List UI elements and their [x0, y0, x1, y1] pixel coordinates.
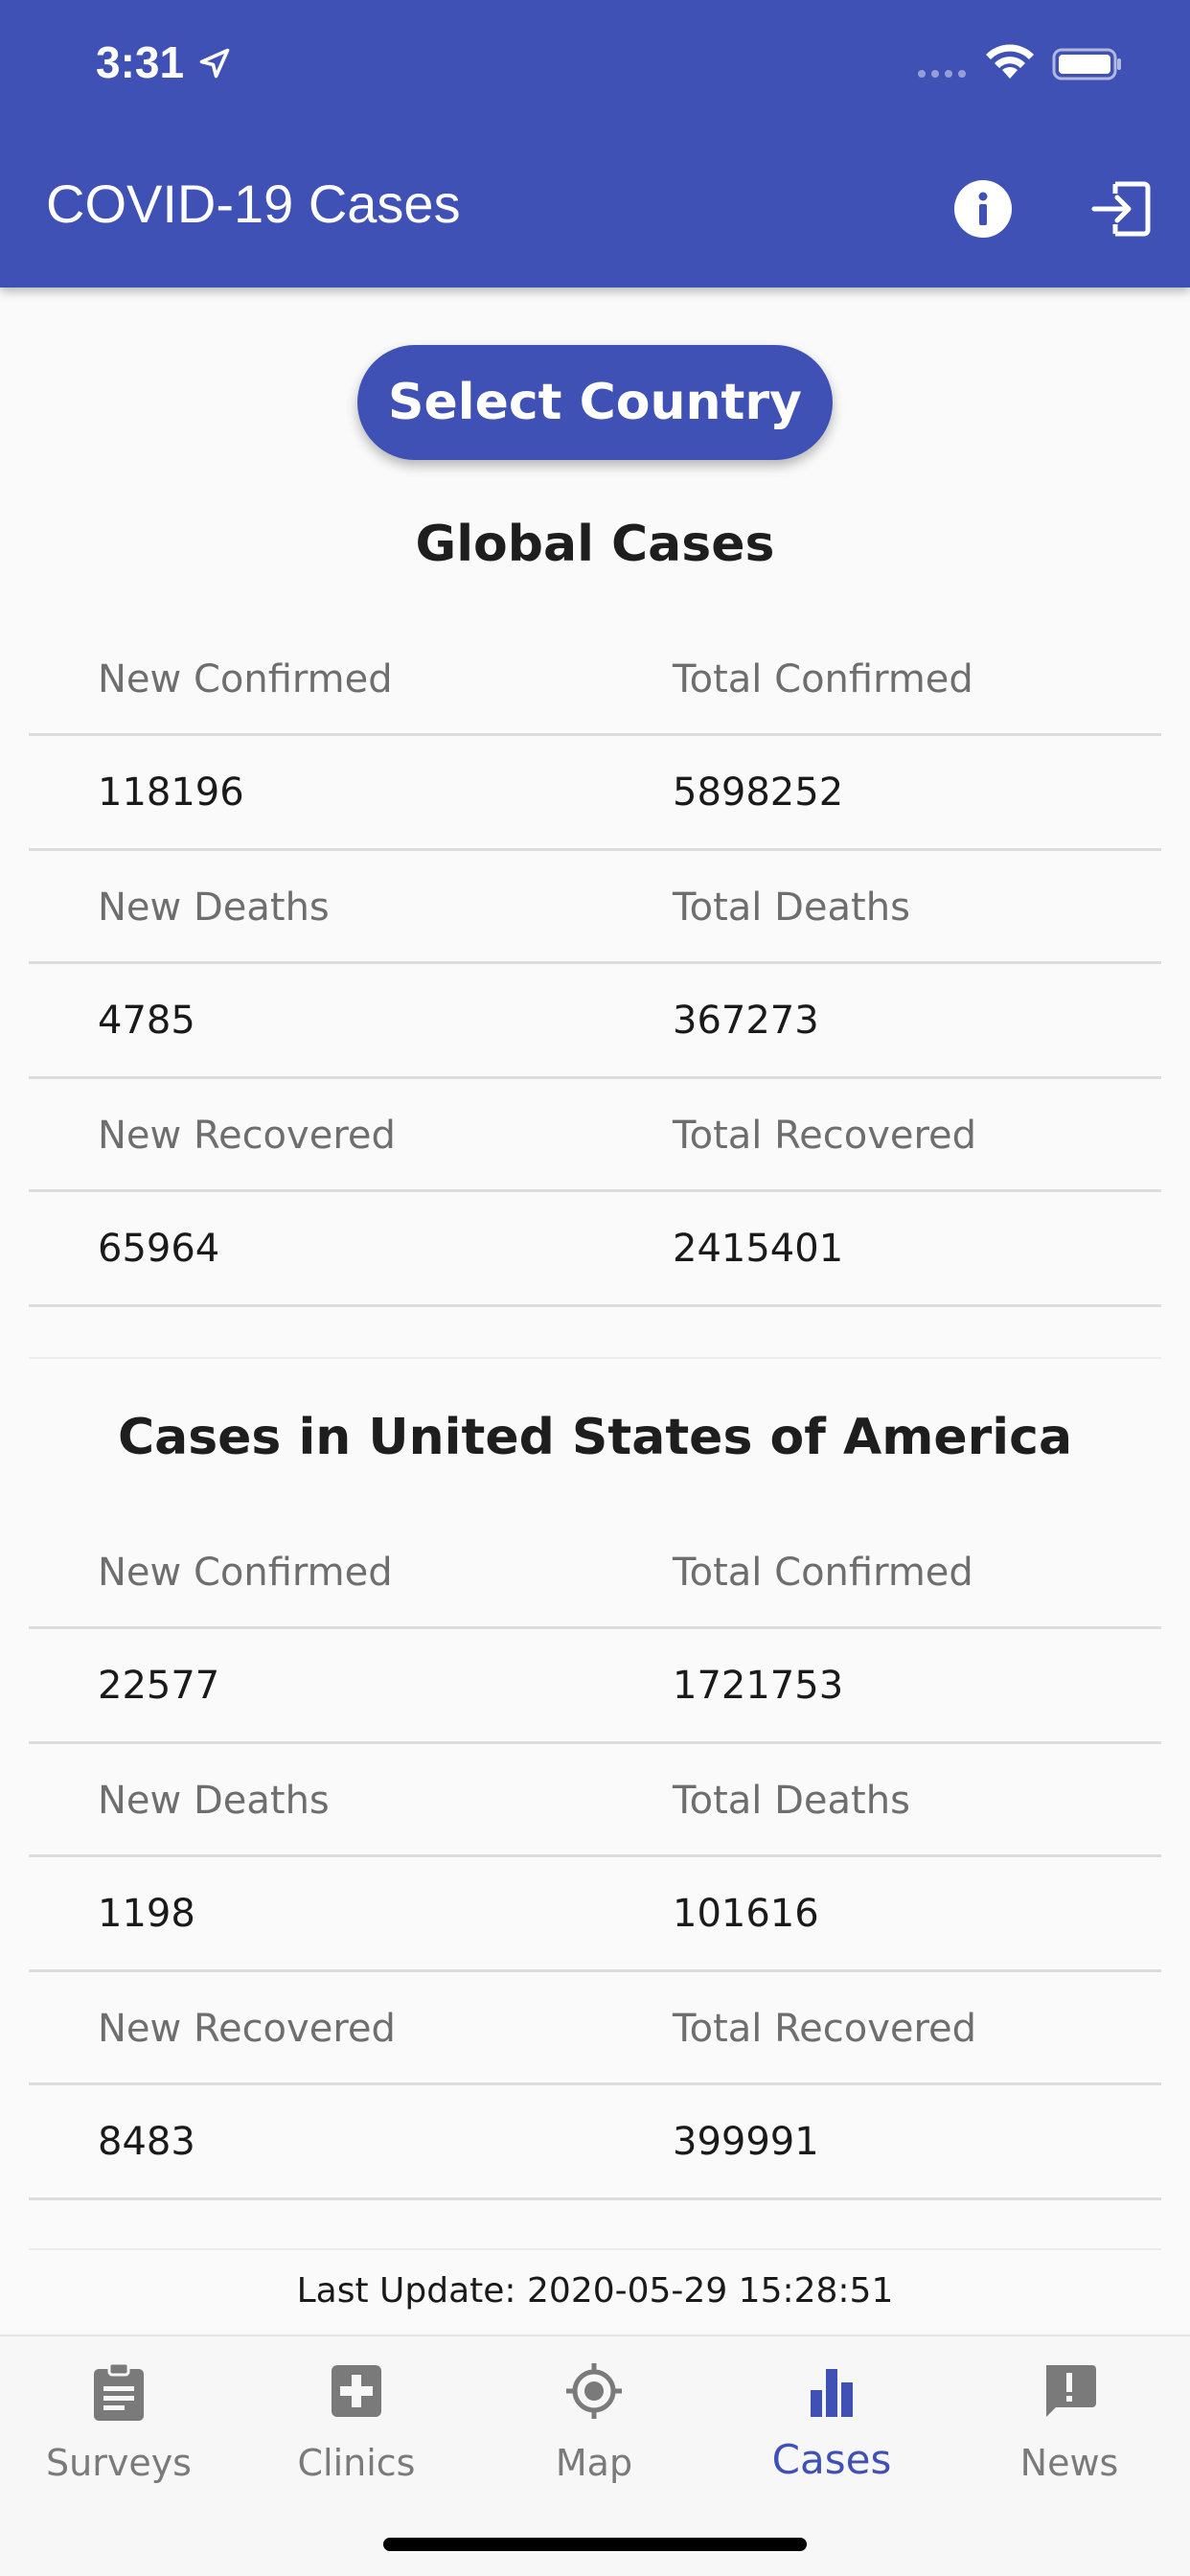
new-confirmed-value: 22577: [98, 1664, 220, 1708]
nav-label: Surveys: [46, 2442, 192, 2484]
medical-cross-icon: [332, 2365, 381, 2417]
info-icon[interactable]: [952, 178, 1014, 240]
table-row: New Recovered Total Recovered: [29, 1079, 1161, 1192]
app-bar: 3:31 COVID-19 Cases: [0, 0, 1190, 288]
alert-message-icon: [1046, 2365, 1096, 2417]
nav-item-map[interactable]: Map: [475, 2336, 713, 2528]
location-arrow-icon: [199, 48, 230, 79]
total-deaths-label: Total Deaths: [673, 886, 910, 930]
wifi-icon: [986, 44, 1034, 79]
new-deaths-value: 1198: [98, 1892, 195, 1936]
table-row: New Recovered Total Recovered: [29, 1972, 1161, 2085]
clipboard-icon: [94, 2361, 144, 2421]
table-row: 65964 2415401: [29, 1192, 1161, 1307]
nav-label: Map: [555, 2442, 633, 2484]
nav-label: Clinics: [297, 2442, 416, 2484]
new-recovered-value: 65964: [98, 1227, 220, 1271]
total-deaths-label: Total Deaths: [673, 1779, 910, 1823]
app-title: COVID-19 Cases: [46, 173, 461, 234]
select-country-button[interactable]: Select Country: [357, 345, 833, 460]
bar-chart-icon: [811, 2369, 853, 2417]
logout-icon[interactable]: [1090, 178, 1152, 240]
country-cases-table: New Confirmed Total Confirmed 22577 1721…: [29, 1516, 1161, 2200]
new-deaths-label: New Deaths: [98, 1779, 330, 1823]
total-deaths-value: 101616: [673, 1892, 819, 1936]
total-recovered-value: 399991: [673, 2120, 819, 2164]
section-divider: [29, 1357, 1161, 1359]
new-recovered-label: New Recovered: [98, 2007, 396, 2051]
total-recovered-label: Total Recovered: [673, 1114, 977, 1158]
nav-label: News: [1019, 2442, 1119, 2484]
table-row: 22577 1721753: [29, 1629, 1161, 1744]
battery-icon: [1052, 48, 1121, 80]
location-target-icon: [566, 2363, 622, 2419]
global-cases-title: Global Cases: [415, 516, 775, 573]
total-deaths-value: 367273: [673, 999, 819, 1043]
table-row: New Deaths Total Deaths: [29, 851, 1161, 964]
total-confirmed-value: 5898252: [673, 770, 844, 815]
table-row: 8483 399991: [29, 2085, 1161, 2200]
table-row: 1198 101616: [29, 1857, 1161, 1972]
new-confirmed-value: 118196: [98, 770, 244, 815]
cellular-signal-icon: [918, 70, 966, 78]
status-time: 3:31: [96, 37, 185, 87]
table-row: New Confirmed Total Confirmed: [29, 623, 1161, 736]
new-deaths-label: New Deaths: [98, 886, 330, 930]
total-confirmed-label: Total Confirmed: [673, 1551, 973, 1595]
new-confirmed-label: New Confirmed: [98, 1551, 393, 1595]
nav-item-cases[interactable]: Cases: [713, 2336, 950, 2528]
new-deaths-value: 4785: [98, 999, 195, 1043]
country-cases-title: Cases in United States of America: [117, 1409, 1073, 1466]
global-cases-table: New Confirmed Total Confirmed 118196 589…: [29, 623, 1161, 1307]
last-update-text: Last Update: 2020-05-29 15:28:51: [296, 2271, 894, 2311]
nav-item-news[interactable]: News: [950, 2336, 1188, 2528]
total-recovered-value: 2415401: [673, 1227, 844, 1271]
total-confirmed-label: Total Confirmed: [673, 657, 973, 702]
nav-label: Cases: [771, 2436, 892, 2483]
total-confirmed-value: 1721753: [673, 1664, 844, 1708]
new-recovered-value: 8483: [98, 2120, 195, 2164]
table-row: New Confirmed Total Confirmed: [29, 1516, 1161, 1629]
new-recovered-label: New Recovered: [98, 1114, 396, 1158]
total-recovered-label: Total Recovered: [673, 2007, 977, 2051]
table-row: 118196 5898252: [29, 736, 1161, 851]
table-row: 4785 367273: [29, 964, 1161, 1079]
section-divider: [29, 2248, 1161, 2250]
home-indicator: [383, 2538, 807, 2551]
nav-item-surveys[interactable]: Surveys: [0, 2336, 238, 2528]
status-bar: 3:31: [0, 0, 1190, 125]
new-confirmed-label: New Confirmed: [98, 657, 393, 702]
nav-item-clinics[interactable]: Clinics: [238, 2336, 475, 2528]
table-row: New Deaths Total Deaths: [29, 1744, 1161, 1857]
